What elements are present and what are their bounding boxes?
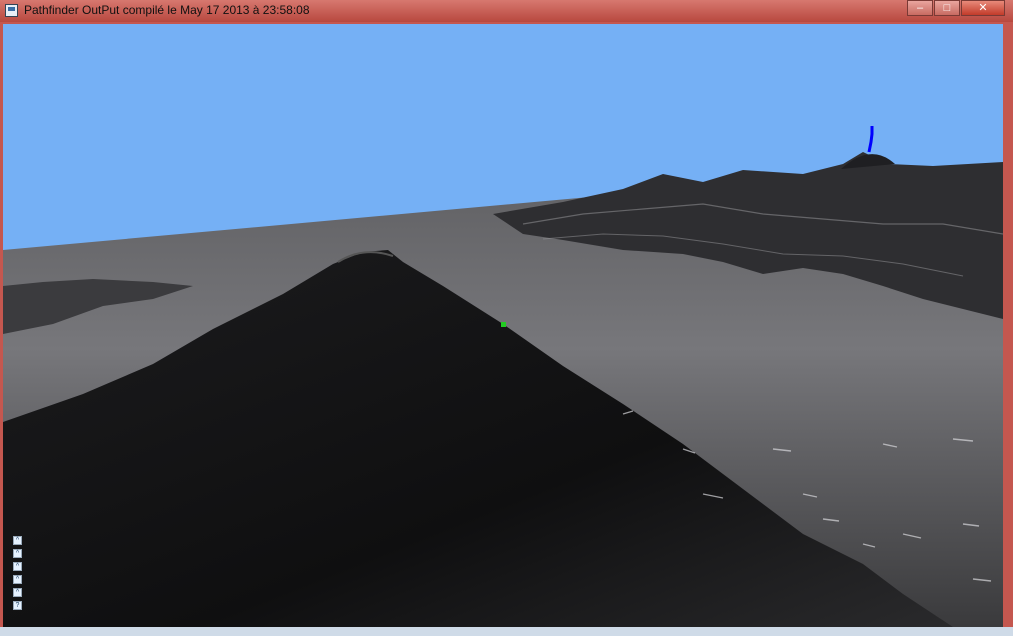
terrain-render [3,24,1003,627]
app-window: Pathfinder OutPut compilé le May 17 2013… [0,0,1013,636]
hud-help-button[interactable]: ? [13,601,22,610]
hud-button-4[interactable]: ^ [13,575,22,584]
window-controls: – □ ✕ [906,0,1005,16]
app-icon[interactable] [5,4,18,17]
taskbar-strip [0,627,1013,636]
hud-button-1[interactable]: ^ [13,536,22,545]
terrain-viewport[interactable]: ^ ^ ^ ^ ^ ? [3,24,1003,627]
hud-button-3[interactable]: ^ [13,562,22,571]
title-bar[interactable]: Pathfinder OutPut compilé le May 17 2013… [0,0,1013,22]
hud-button-2[interactable]: ^ [13,549,22,558]
minimize-button[interactable]: – [907,0,933,16]
window-title: Pathfinder OutPut compilé le May 17 2013… [24,3,310,17]
position-marker[interactable] [501,322,506,327]
maximize-button[interactable]: □ [934,0,960,16]
hud-toolbar: ^ ^ ^ ^ ^ ? [13,536,22,610]
hud-button-5[interactable]: ^ [13,588,22,597]
close-button[interactable]: ✕ [961,0,1005,16]
